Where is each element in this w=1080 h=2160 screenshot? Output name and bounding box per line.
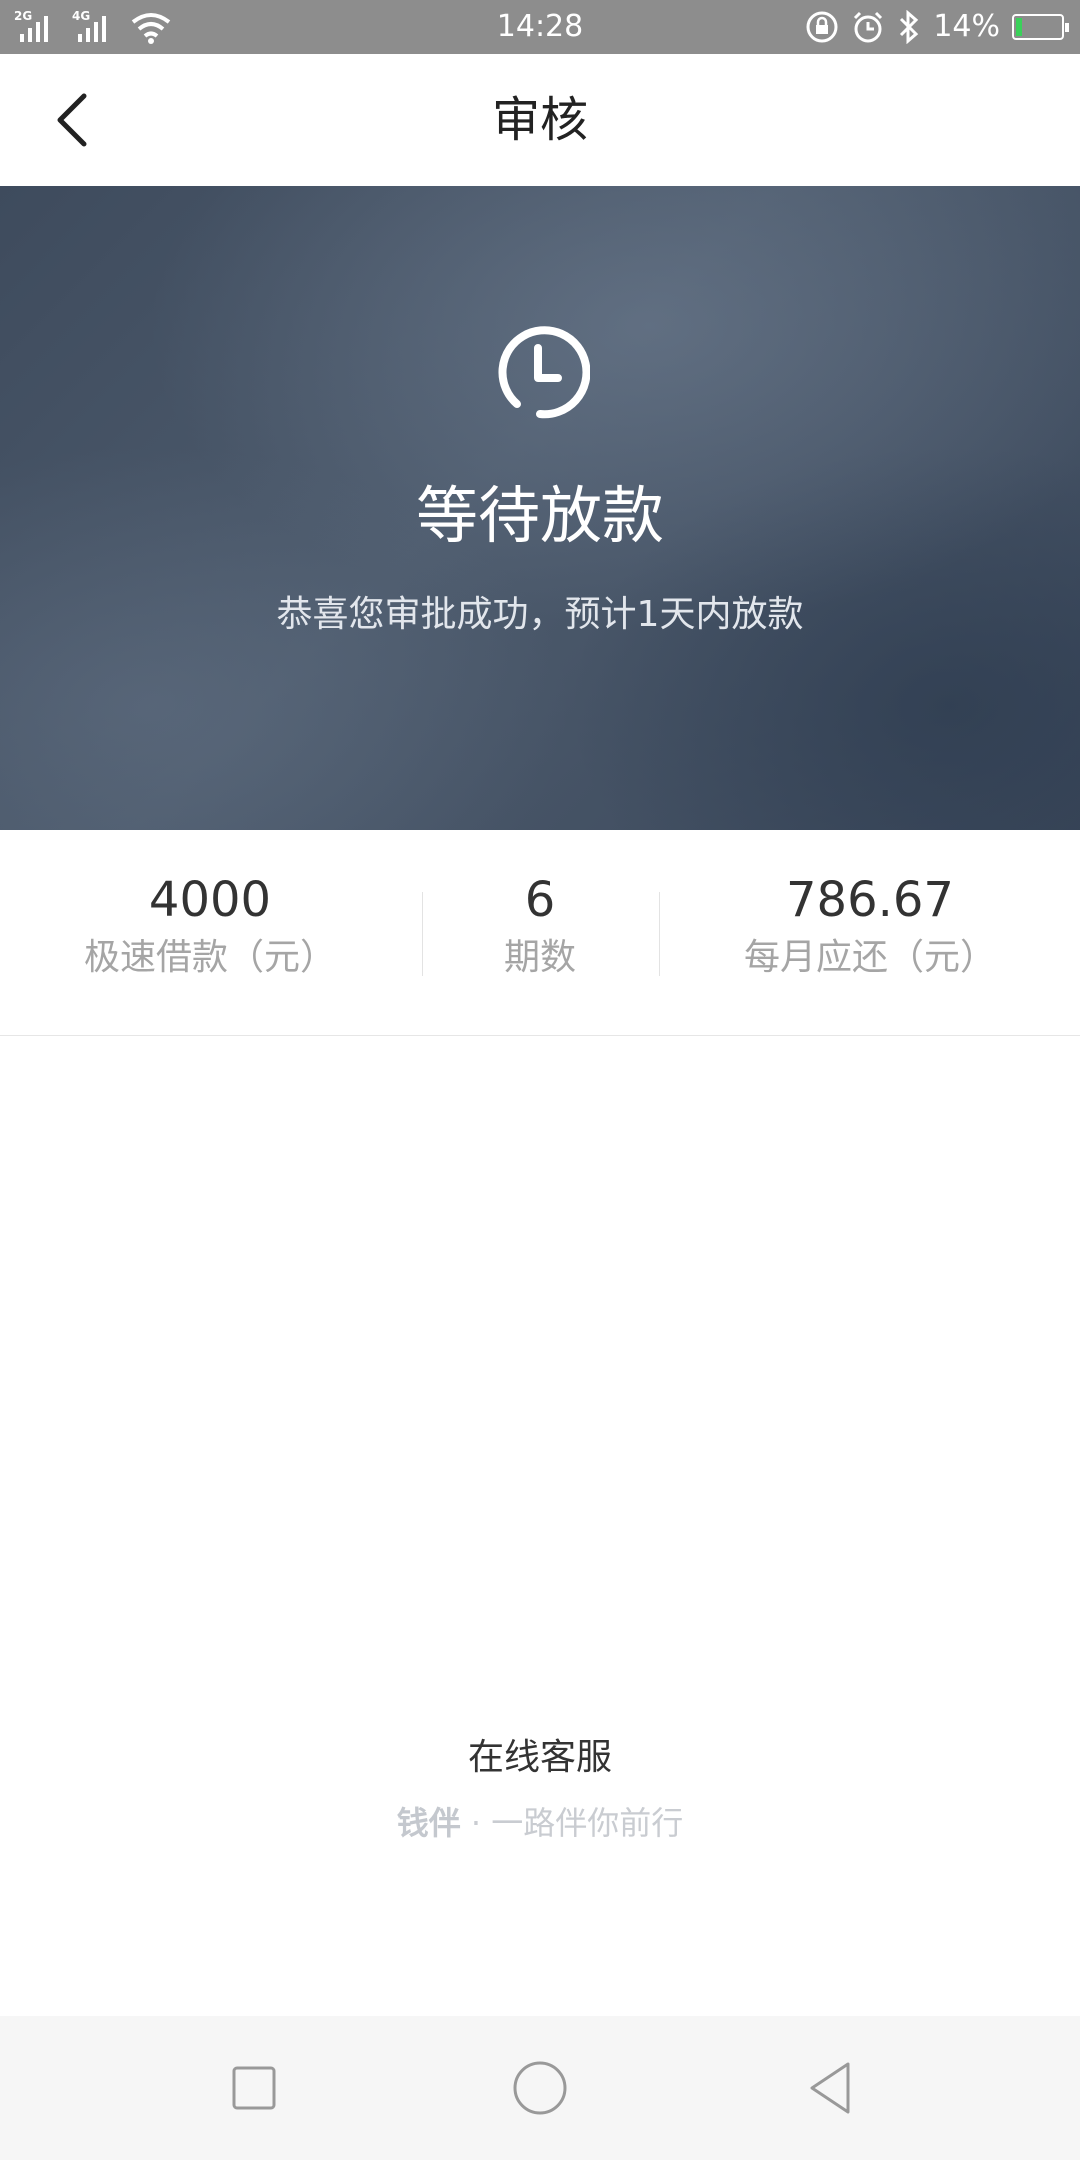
- status-right: 14%: [805, 8, 1069, 46]
- hero-banner: 等待放款 恭喜您审批成功，预计1天内放款: [0, 186, 1080, 830]
- status-bar: 2G 4G 14:28 14%: [0, 0, 1080, 54]
- online-service-link[interactable]: 在线客服: [0, 1728, 1080, 1788]
- page-title: 审核: [491, 92, 588, 148]
- divider: [659, 892, 660, 976]
- hero-subtitle: 恭喜您审批成功，预计1天内放款: [276, 594, 804, 635]
- circle-icon[interactable]: [508, 2056, 572, 2120]
- clock-icon: [498, 326, 590, 419]
- brand-slogan: 钱伴 · 一路伴你前行: [0, 1798, 1080, 1848]
- stat-value: 6: [524, 872, 556, 928]
- square-icon[interactable]: [222, 2056, 286, 2120]
- stat-monthly-payment: 786.67 每月应还（元）: [700, 870, 1040, 986]
- slogan-text: · 一路伴你前行: [470, 1804, 684, 1842]
- stat-value: 786.67: [786, 872, 954, 928]
- stat-label: 每月应还（元）: [743, 937, 996, 978]
- stat-label: 期数: [503, 937, 576, 978]
- divider: [422, 892, 423, 976]
- alarm-icon: [854, 11, 883, 43]
- bluetooth-icon: [900, 10, 919, 44]
- triangle-back-icon[interactable]: [798, 2056, 862, 2120]
- battery-fill: [1016, 18, 1022, 36]
- rotation-lock-icon: [806, 11, 838, 43]
- stat-periods: 6 期数: [440, 870, 640, 986]
- stat-value: 4000: [148, 872, 272, 928]
- hero-title: 等待放款: [415, 479, 664, 552]
- loan-summary: 4000 极速借款（元） 6 期数 786.67 每月应还（元）: [0, 830, 1080, 1036]
- header: 审核: [0, 54, 1080, 186]
- stat-loan-amount: 4000 极速借款（元）: [40, 870, 380, 986]
- system-nav-bar: [0, 2016, 1080, 2160]
- battery-percent: 14%: [933, 9, 1000, 44]
- brand-name: 钱伴: [396, 1804, 461, 1842]
- stat-label: 极速借款（元）: [83, 937, 336, 978]
- battery-icon: [1012, 14, 1069, 40]
